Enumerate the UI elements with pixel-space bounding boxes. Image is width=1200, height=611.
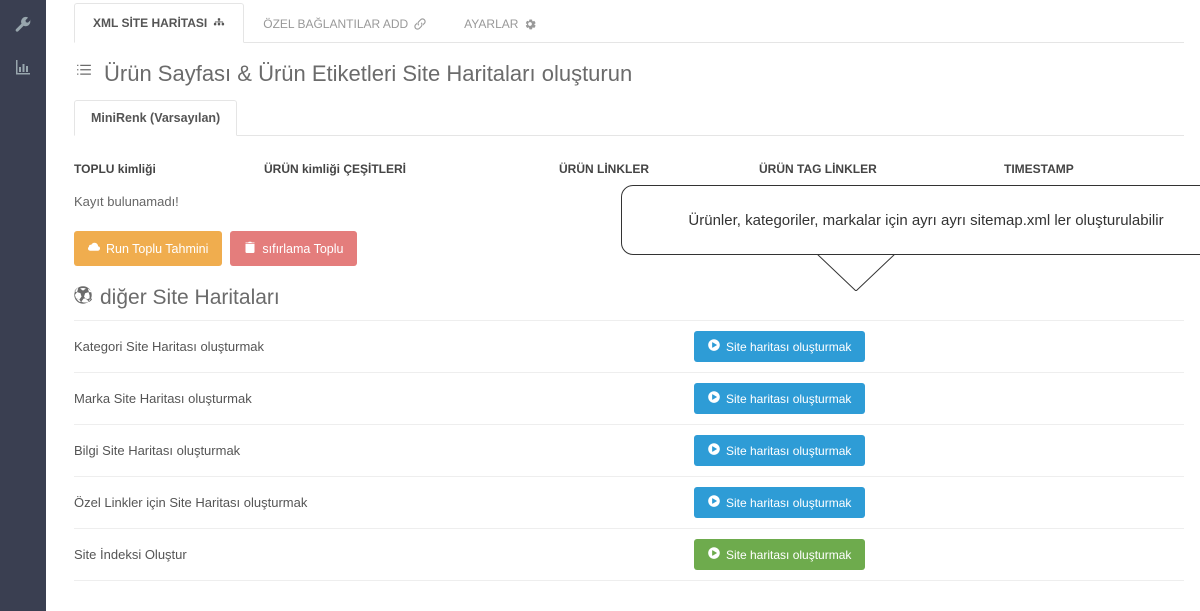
other-sitemaps-list: Kategori Site Haritası oluşturmak Site h… bbox=[74, 320, 1184, 581]
create-info-sitemap-button[interactable]: Site haritası oluşturmak bbox=[694, 435, 865, 466]
row-label-info: Bilgi Site Haritası oluşturmak bbox=[74, 443, 694, 458]
row-label-brand: Marka Site Haritası oluşturmak bbox=[74, 391, 694, 406]
left-sidebar bbox=[0, 0, 46, 611]
callout-tail bbox=[806, 253, 896, 291]
main-content: XML SİTE HARİTASI ÖZEL BAĞLANTILAR ADD A… bbox=[46, 0, 1200, 611]
tab-xml-sitemap[interactable]: XML SİTE HARİTASI bbox=[74, 3, 244, 43]
tab-settings[interactable]: AYARLAR bbox=[445, 3, 555, 43]
heading-text: diğer Site Haritaları bbox=[100, 286, 280, 310]
button-label: Site haritası oluşturmak bbox=[726, 548, 851, 562]
reset-batch-button[interactable]: sıfırlama Toplu bbox=[230, 231, 357, 266]
play-circle-icon bbox=[708, 391, 720, 406]
list-item: Bilgi Site Haritası oluşturmak Site hari… bbox=[74, 425, 1184, 477]
cogs-icon bbox=[524, 18, 536, 30]
create-site-index-button[interactable]: Site haritası oluşturmak bbox=[694, 539, 865, 570]
sub-tabs: MiniRenk (Varsayılan) bbox=[74, 99, 1184, 136]
tab-label: AYARLAR bbox=[464, 17, 518, 31]
wrench-icon[interactable] bbox=[15, 16, 31, 37]
run-batch-button[interactable]: Run Toplu Tahmini bbox=[74, 231, 222, 266]
tab-label: XML SİTE HARİTASI bbox=[93, 16, 207, 30]
sub-tab-minirenk[interactable]: MiniRenk (Varsayılan) bbox=[74, 100, 237, 136]
col-product-links: ÜRÜN LİNKLER bbox=[559, 162, 759, 176]
top-tabs: XML SİTE HARİTASI ÖZEL BAĞLANTILAR ADD A… bbox=[74, 2, 1184, 43]
tab-custom-links[interactable]: ÖZEL BAĞLANTILAR ADD bbox=[244, 3, 445, 43]
col-timestamp: TIMESTAMP bbox=[1004, 162, 1184, 176]
button-label: Site haritası oluşturmak bbox=[726, 340, 851, 354]
play-circle-icon bbox=[708, 443, 720, 458]
link-icon bbox=[414, 18, 426, 30]
section-heading-other: diğer Site Haritaları bbox=[74, 286, 1184, 310]
tab-label: ÖZEL BAĞLANTILAR ADD bbox=[263, 17, 408, 31]
list-item: Marka Site Haritası oluşturmak Site hari… bbox=[74, 373, 1184, 425]
row-label-category: Kategori Site Haritası oluşturmak bbox=[74, 339, 694, 354]
play-circle-icon bbox=[708, 339, 720, 354]
play-circle-icon bbox=[708, 495, 720, 510]
list-item: Site İndeksi Oluştur Site haritası oluşt… bbox=[74, 529, 1184, 581]
bar-chart-icon[interactable] bbox=[15, 59, 31, 80]
list-icon bbox=[74, 61, 94, 87]
button-label: Site haritası oluşturmak bbox=[726, 444, 851, 458]
row-label-custom-links: Özel Linkler için Site Haritası oluşturm… bbox=[74, 495, 694, 510]
create-customlinks-sitemap-button[interactable]: Site haritası oluşturmak bbox=[694, 487, 865, 518]
trash-icon bbox=[244, 241, 256, 256]
callout-text: Ürünler, kategoriler, markalar için ayrı… bbox=[688, 212, 1163, 229]
button-label: Site haritası oluşturmak bbox=[726, 392, 851, 406]
create-category-sitemap-button[interactable]: Site haritası oluşturmak bbox=[694, 331, 865, 362]
annotation-callout: Ürünler, kategoriler, markalar için ayrı… bbox=[621, 185, 1200, 255]
list-item: Özel Linkler için Site Haritası oluşturm… bbox=[74, 477, 1184, 529]
soccer-icon bbox=[74, 286, 92, 310]
heading-text: Ürün Sayfası & Ürün Etiketleri Site Hari… bbox=[104, 61, 632, 87]
section-heading-products: Ürün Sayfası & Ürün Etiketleri Site Hari… bbox=[74, 61, 1184, 87]
button-label: Site haritası oluşturmak bbox=[726, 496, 851, 510]
create-brand-sitemap-button[interactable]: Site haritası oluşturmak bbox=[694, 383, 865, 414]
col-product-tag-links: ÜRÜN TAG LİNKLER bbox=[759, 162, 1004, 176]
button-label: sıfırlama Toplu bbox=[262, 242, 343, 256]
list-item: Kategori Site Haritası oluşturmak Site h… bbox=[74, 320, 1184, 373]
button-label: Run Toplu Tahmini bbox=[106, 242, 208, 256]
col-product-id-types: ÜRÜN kimliği ÇEŞİTLERİ bbox=[264, 162, 559, 176]
cloud-icon bbox=[88, 241, 100, 256]
sitemap-icon bbox=[213, 17, 225, 29]
col-batch-id: TOPLU kimliği bbox=[74, 162, 264, 176]
table-header: TOPLU kimliği ÜRÜN kimliği ÇEŞİTLERİ ÜRÜ… bbox=[74, 154, 1184, 184]
